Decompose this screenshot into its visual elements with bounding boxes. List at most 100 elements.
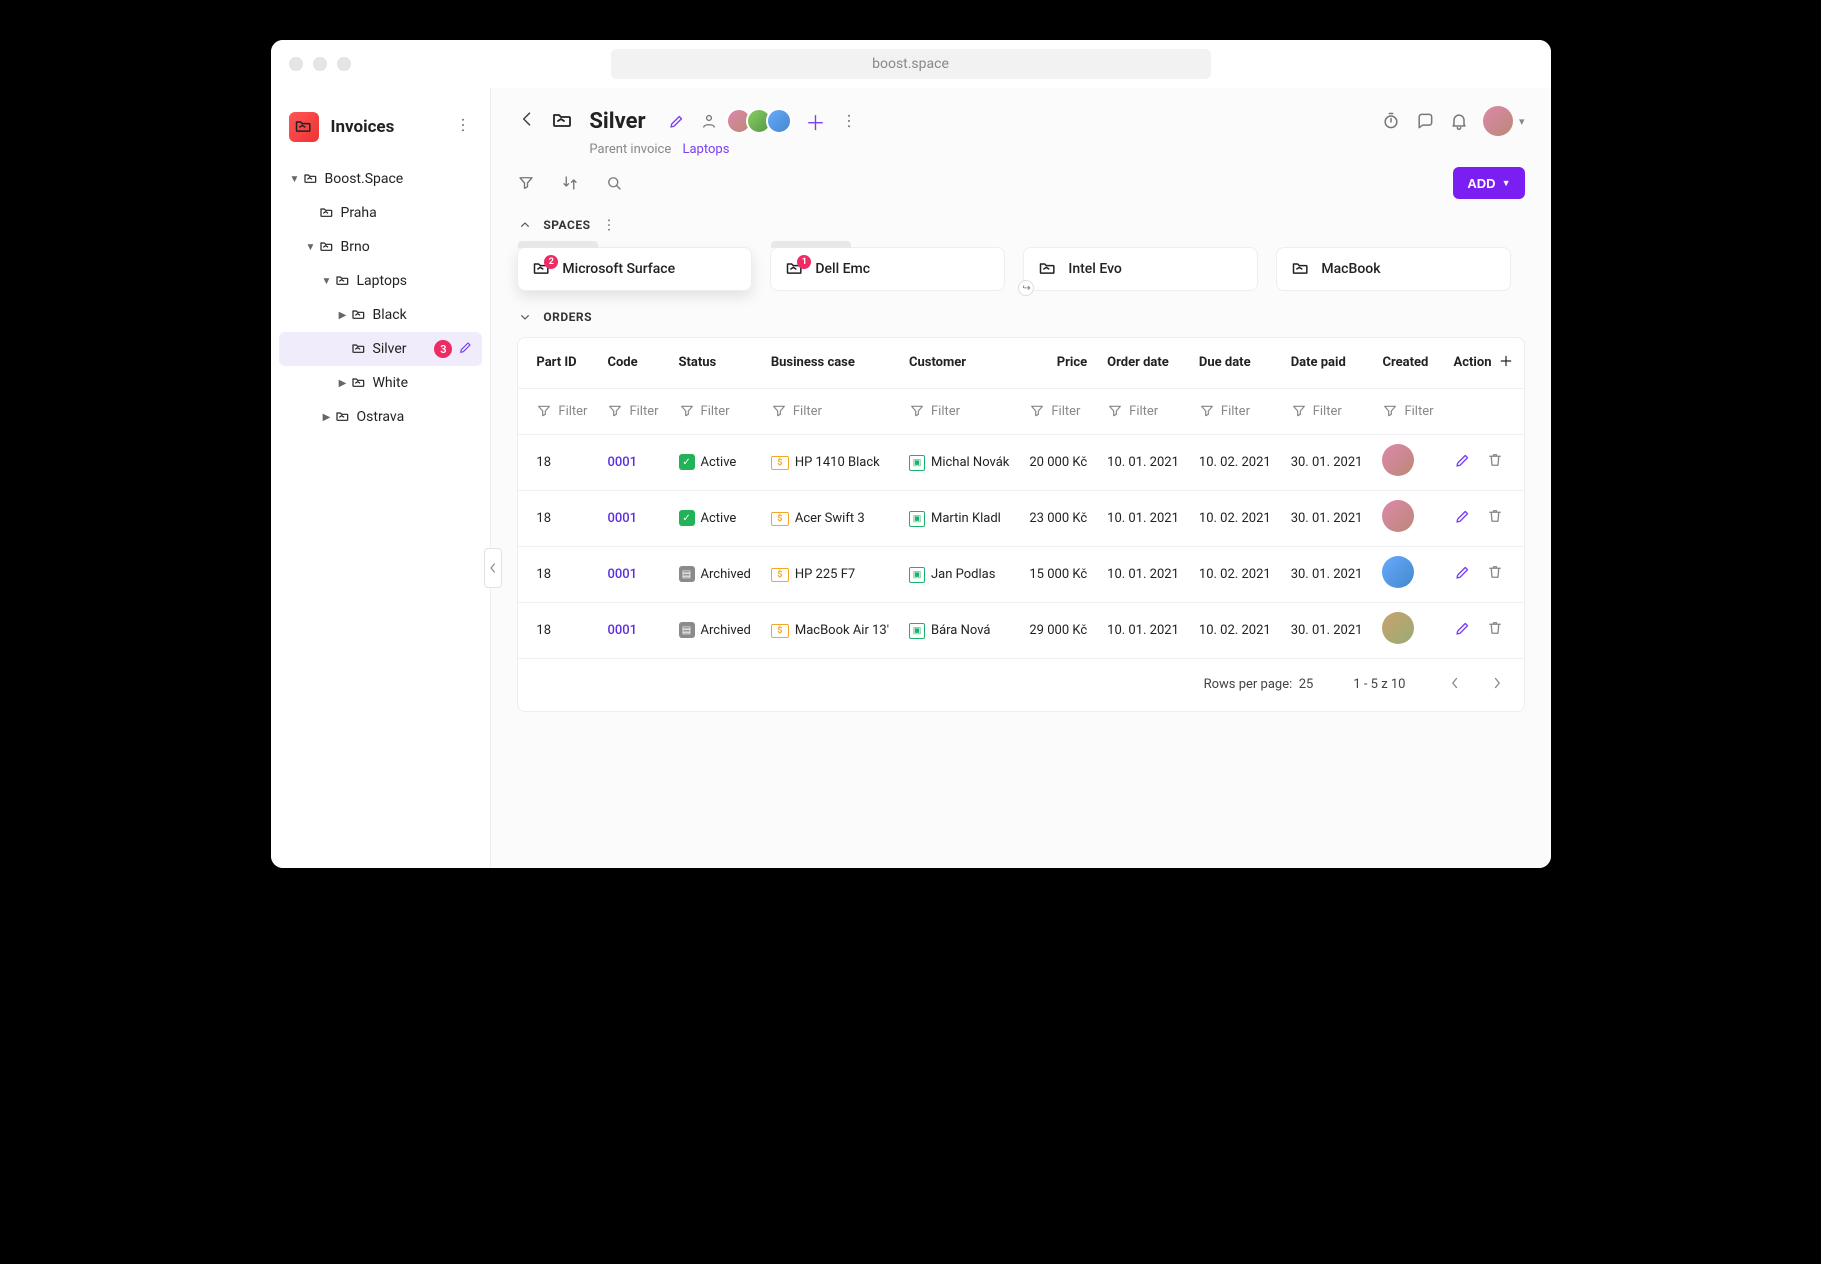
chevron-right-icon: ▶: [321, 412, 333, 423]
tree-item-silver[interactable]: Silver 3: [279, 332, 483, 366]
chevron-down-icon: ▼: [321, 276, 333, 287]
table-row[interactable]: 18 0001 ▤Archived $MacBook Air 13' ▣Bára…: [518, 602, 1523, 658]
tree-item-praha[interactable]: Praha: [279, 196, 483, 230]
folder-icon: [1291, 259, 1311, 279]
tree-item-white[interactable]: ▶ White: [279, 366, 483, 400]
delete-icon[interactable]: [1486, 619, 1504, 641]
add-collaborator-icon[interactable]: ＋: [806, 107, 826, 136]
col-date-paid[interactable]: Date paid: [1281, 338, 1373, 388]
column-filter[interactable]: Filter: [1029, 403, 1087, 419]
space-card[interactable]: 1 Dell Emc: [770, 247, 1005, 291]
table-row[interactable]: 18 0001 ✓Active $HP 1410 Black ▣Michal N…: [518, 434, 1523, 490]
column-filter[interactable]: Filter: [1199, 403, 1271, 419]
cell-code[interactable]: 0001: [607, 623, 637, 638]
col-code[interactable]: Code: [597, 338, 668, 388]
col-business-case[interactable]: Business case: [761, 338, 899, 388]
bell-icon[interactable]: [1449, 111, 1469, 131]
delete-icon[interactable]: [1486, 507, 1504, 529]
cell-code[interactable]: 0001: [607, 511, 637, 526]
cell-price: 23 000 Kč: [1019, 490, 1097, 546]
cell-customer: ▣Bára Nová: [909, 623, 990, 639]
folder-icon: [335, 273, 351, 289]
column-filter[interactable]: Filter: [1382, 403, 1433, 419]
money-icon: $: [771, 568, 789, 582]
sidebar-menu-icon[interactable]: [454, 116, 472, 138]
avatar: [766, 108, 792, 134]
collapse-icon[interactable]: [517, 217, 533, 233]
cell-code[interactable]: 0001: [607, 567, 637, 582]
column-filter[interactable]: Filter: [607, 403, 658, 419]
sidebar-collapse-handle[interactable]: [484, 548, 502, 588]
tree-item-black[interactable]: ▶ Black: [279, 298, 483, 332]
rows-per-page-value[interactable]: 25: [1299, 677, 1314, 692]
folder-icon: 2: [532, 259, 552, 279]
edit-icon[interactable]: [1454, 507, 1472, 529]
tree-item-ostrava[interactable]: ▶ Ostrava: [279, 400, 483, 434]
collapse-icon[interactable]: [517, 309, 533, 325]
edit-icon[interactable]: [1454, 563, 1472, 585]
delete-icon[interactable]: [1486, 563, 1504, 585]
parent-link[interactable]: Laptops: [682, 142, 729, 157]
col-part-id[interactable]: Part ID: [518, 338, 597, 388]
column-filter[interactable]: Filter: [1107, 403, 1179, 419]
column-filter[interactable]: Filter: [1291, 403, 1363, 419]
delete-icon[interactable]: [1486, 451, 1504, 473]
cell-code[interactable]: 0001: [607, 455, 637, 470]
col-action[interactable]: Action: [1444, 338, 1524, 388]
tree-item-root[interactable]: ▼ Boost.Space: [279, 162, 483, 196]
cell-status: ✓Active: [679, 510, 737, 526]
back-button[interactable]: [517, 109, 537, 133]
table-row[interactable]: 18 0001 ▤Archived $HP 225 F7 ▣Jan Podlas…: [518, 546, 1523, 602]
search-icon[interactable]: [605, 174, 623, 192]
address-bar[interactable]: boost.space: [611, 49, 1211, 79]
kebab-menu-icon[interactable]: [840, 112, 858, 130]
col-created[interactable]: Created: [1372, 338, 1443, 388]
avatar: [1382, 612, 1414, 644]
person-icon[interactable]: [700, 112, 718, 130]
col-status[interactable]: Status: [669, 338, 761, 388]
chat-icon[interactable]: [1415, 111, 1435, 131]
money-icon: $: [771, 456, 789, 470]
cell-due-date: 10. 02. 2021: [1189, 602, 1281, 658]
space-card[interactable]: MacBook: [1276, 247, 1511, 291]
main-content: Silver ＋ ▾ Paren: [491, 88, 1550, 868]
traffic-light-close[interactable]: [289, 57, 303, 71]
tree-item-brno[interactable]: ▼ Brno: [279, 230, 483, 264]
edit-icon[interactable]: [458, 339, 474, 359]
edit-icon[interactable]: [1454, 619, 1472, 641]
user-menu[interactable]: ▾: [1483, 106, 1525, 136]
add-button[interactable]: ADD ▼: [1453, 167, 1524, 199]
col-due-date[interactable]: Due date: [1189, 338, 1281, 388]
chevron-right-icon: ▶: [337, 310, 349, 321]
attachment-icon[interactable]: [668, 112, 686, 130]
table-row[interactable]: 18 0001 ✓Active $Acer Swift 3 ▣Martin Kl…: [518, 490, 1523, 546]
table-header-row: Part ID Code Status Business case Custom…: [518, 338, 1523, 388]
cell-business-case: $Acer Swift 3: [771, 511, 865, 526]
space-card[interactable]: 2 Microsoft Surface: [517, 247, 752, 291]
avatar-stack[interactable]: [732, 108, 792, 134]
col-order-date[interactable]: Order date: [1097, 338, 1189, 388]
next-page-icon[interactable]: [1488, 674, 1506, 696]
tree-label: White: [373, 375, 475, 391]
space-card[interactable]: Intel Evo ↪: [1023, 247, 1258, 291]
tree-item-laptops[interactable]: ▼ Laptops: [279, 264, 483, 298]
traffic-light-minimize[interactable]: [313, 57, 327, 71]
column-filter[interactable]: Filter: [909, 403, 1009, 419]
tree-label: Ostrava: [357, 409, 475, 425]
sort-icon[interactable]: [561, 174, 579, 192]
kebab-menu-icon[interactable]: [601, 217, 617, 233]
count-badge: 3: [434, 340, 452, 358]
column-filter[interactable]: Filter: [536, 403, 587, 419]
stopwatch-icon[interactable]: [1381, 111, 1401, 131]
contact-icon: ▣: [909, 567, 925, 583]
column-filter[interactable]: Filter: [679, 403, 751, 419]
filter-icon[interactable]: [517, 174, 535, 192]
prev-page-icon[interactable]: [1446, 674, 1464, 696]
edit-icon[interactable]: [1454, 451, 1472, 473]
traffic-light-zoom[interactable]: [337, 57, 351, 71]
app-logo: [289, 112, 319, 142]
col-customer[interactable]: Customer: [899, 338, 1019, 388]
column-filter[interactable]: Filter: [771, 403, 889, 419]
add-column-icon[interactable]: [1498, 353, 1514, 373]
col-price[interactable]: Price: [1019, 338, 1097, 388]
